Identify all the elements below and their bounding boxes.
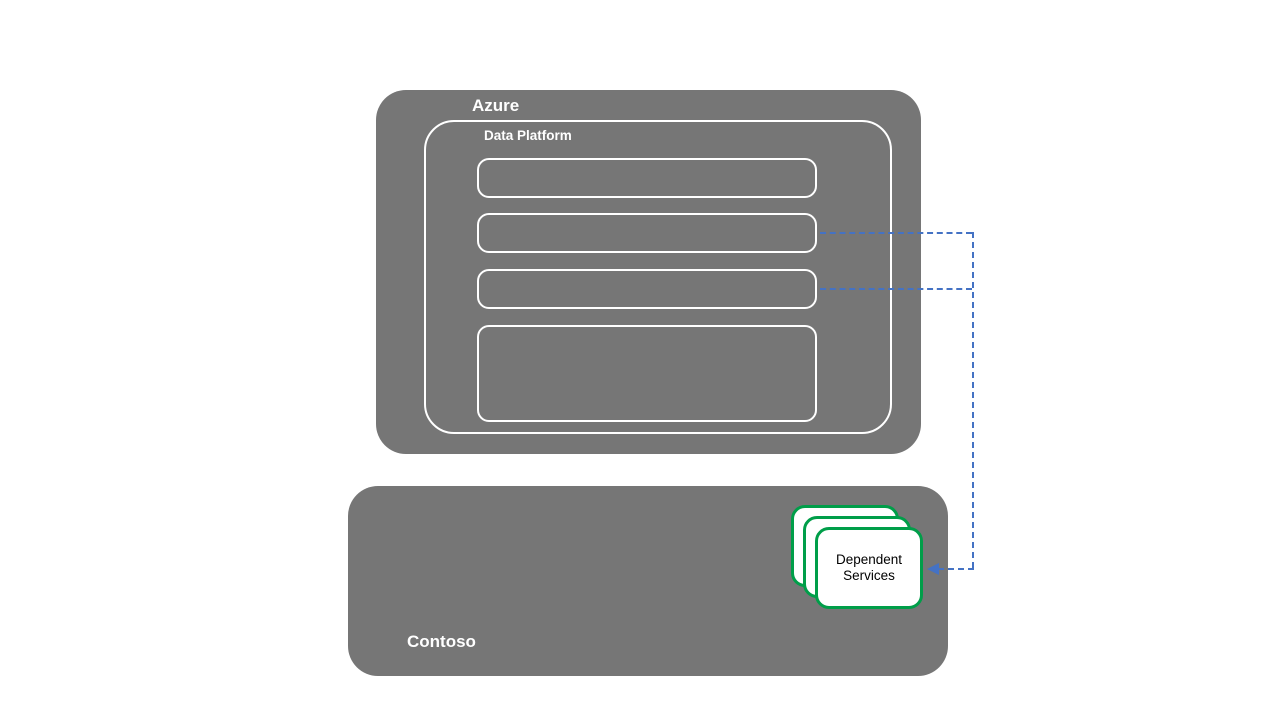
dependent-services-label: Dependent Services xyxy=(818,530,920,606)
connector-segment xyxy=(820,288,972,290)
azure-label: Azure xyxy=(472,96,519,116)
platform-slot-3 xyxy=(477,269,817,309)
data-platform-label: Data Platform xyxy=(484,128,572,143)
platform-slot-1 xyxy=(477,158,817,198)
contoso-label: Contoso xyxy=(407,632,476,652)
connector-segment xyxy=(938,568,974,570)
connector-arrowhead-icon xyxy=(927,563,939,575)
platform-slot-4 xyxy=(477,325,817,422)
connector-segment xyxy=(820,232,972,234)
platform-slot-2 xyxy=(477,213,817,253)
dependent-services-card-front: Dependent Services xyxy=(815,527,923,609)
diagram-canvas: Azure Data Platform Contoso Dependent Se… xyxy=(0,0,1280,720)
connector-segment xyxy=(972,232,974,568)
